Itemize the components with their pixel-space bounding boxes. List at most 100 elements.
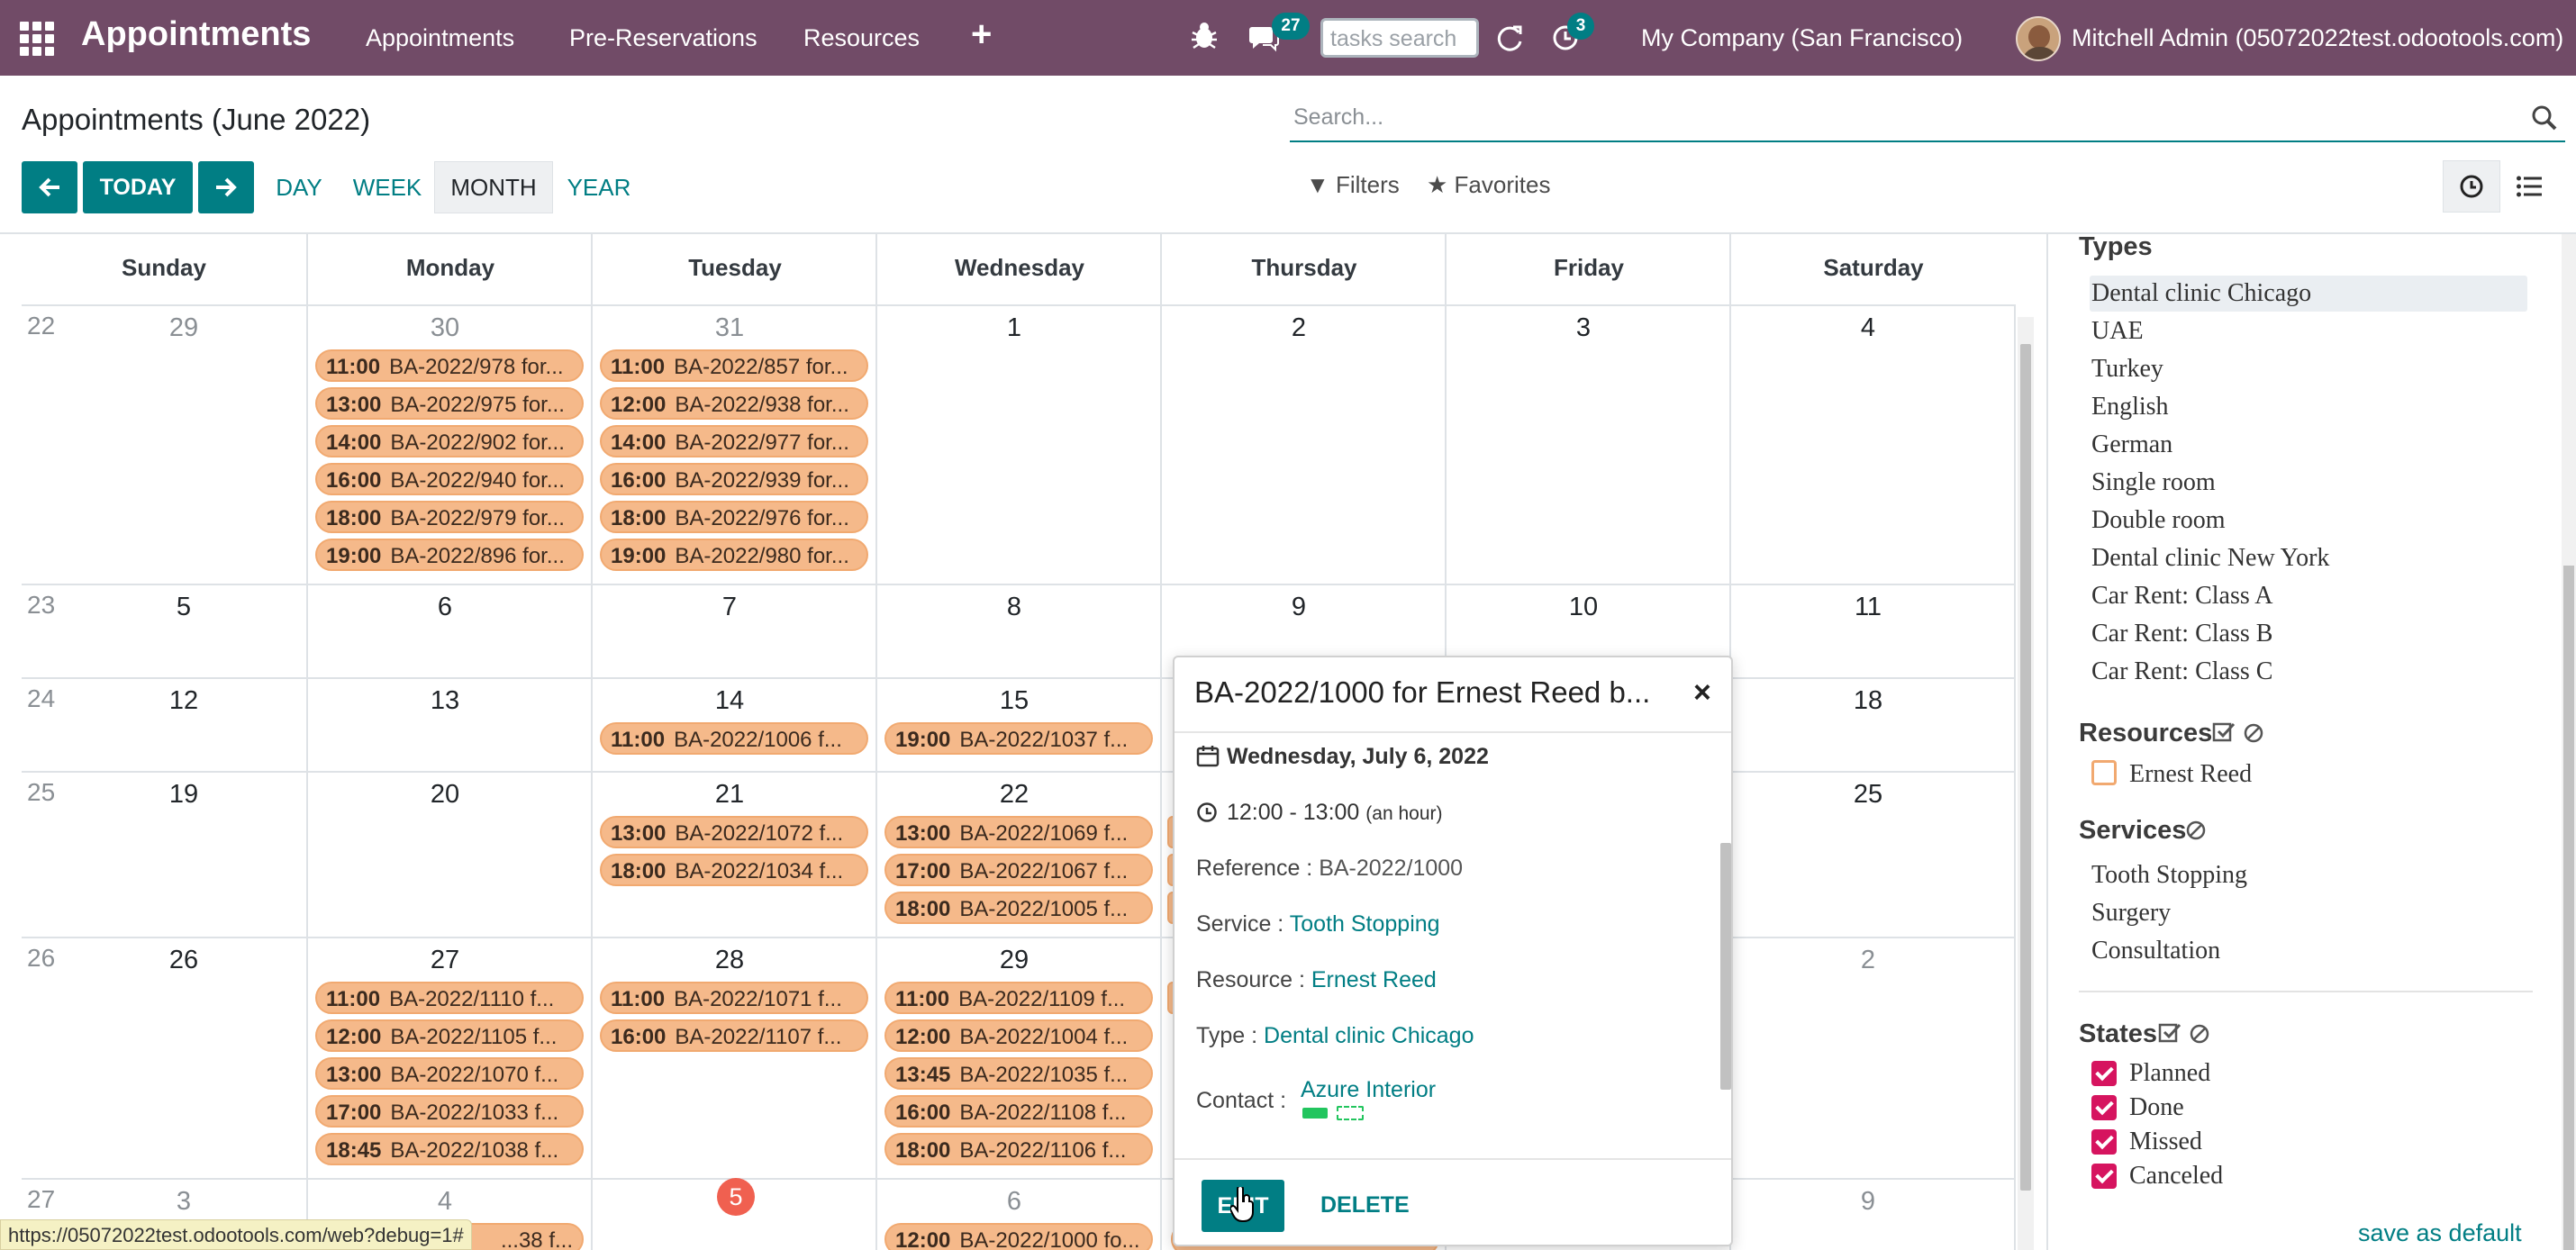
calendar-event[interactable]: 17:00 BA-2022/1033 f...	[315, 1095, 584, 1128]
search-icon[interactable]	[2531, 104, 2558, 131]
prev-button[interactable]	[22, 161, 77, 213]
menu-pre-reservations[interactable]: Pre-Reservations	[569, 24, 757, 52]
calendar-event[interactable]: 19:00 BA-2022/896 for...	[315, 539, 584, 571]
service-item[interactable]: Consultation	[2091, 937, 2220, 965]
day-number[interactable]: 8	[872, 593, 1156, 622]
day-number[interactable]: 14	[587, 686, 872, 716]
day-number[interactable]: 20	[303, 780, 587, 810]
list-view-button[interactable]	[2500, 160, 2558, 213]
calendar-event[interactable]: 13:00 BA-2022/1069 f...	[884, 816, 1153, 848]
favorites-button[interactable]: ★ Favorites	[1427, 171, 1550, 199]
state-checkbox[interactable]	[2091, 1164, 2117, 1189]
field-service-link[interactable]: Tooth Stopping	[1290, 911, 1440, 937]
day-number[interactable]: 22	[872, 780, 1156, 810]
day-number[interactable]: 30	[303, 313, 587, 343]
calendar-event[interactable]: 14:00 BA-2022/977 for...	[600, 425, 868, 457]
calendar-event[interactable]: 16:00 BA-2022/1107 f...	[600, 1019, 868, 1052]
calendar-event[interactable]: 18:45 BA-2022/1038 f...	[315, 1133, 584, 1165]
field-type-link[interactable]: Dental clinic Chicago	[1264, 1023, 1474, 1048]
day-number[interactable]: 29	[41, 313, 326, 343]
day-number[interactable]: 11	[1726, 593, 2010, 622]
save-as-default-link[interactable]: save as default	[2358, 1219, 2522, 1247]
scale-month[interactable]: MONTH	[434, 161, 553, 213]
resource-item[interactable]: Ernest Reed	[2129, 760, 2252, 789]
menu-resources[interactable]: Resources	[803, 24, 920, 52]
day-number[interactable]: 3	[41, 1187, 326, 1217]
calendar-event[interactable]: 18:00 BA-2022/1005 f...	[884, 892, 1153, 924]
type-item[interactable]: Dental clinic New York	[2091, 544, 2329, 573]
clear-all-icon[interactable]	[2185, 820, 2207, 841]
refresh-icon[interactable]	[1495, 23, 1524, 52]
day-number[interactable]: 26	[41, 946, 326, 975]
sidebar-scrollbar[interactable]	[2562, 234, 2576, 1250]
day-number[interactable]: 2	[1726, 946, 2010, 975]
calendar-event[interactable]: 11:00 BA-2022/1110 f...	[315, 982, 584, 1014]
calendar-event[interactable]: 13:00 BA-2022/975 for...	[315, 387, 584, 420]
calendar-event[interactable]: 12:00 BA-2022/938 for...	[600, 387, 868, 420]
day-number[interactable]: 9	[1156, 593, 1441, 622]
filters-button[interactable]: ▼ Filters	[1306, 171, 1400, 199]
calendar-event[interactable]: 16:00 BA-2022/1108 f...	[884, 1095, 1153, 1128]
state-checkbox[interactable]	[2091, 1129, 2117, 1155]
calendar-event[interactable]: 19:00 BA-2022/1037 f...	[884, 722, 1153, 755]
type-item[interactable]: Dental clinic Chicago	[2091, 279, 2311, 308]
clear-all-icon[interactable]	[2243, 722, 2264, 744]
day-number[interactable]: 6	[872, 1187, 1156, 1217]
field-contact-link[interactable]: Azure Interior	[1301, 1077, 1436, 1102]
app-title[interactable]: Appointments	[81, 15, 311, 54]
next-button[interactable]	[198, 161, 254, 213]
day-number[interactable]: 19	[41, 780, 326, 810]
service-item[interactable]: Surgery	[2091, 899, 2171, 928]
day-number[interactable]: 4	[303, 1187, 587, 1217]
check-all-icon[interactable]	[2212, 720, 2236, 744]
type-item[interactable]: Turkey	[2091, 355, 2163, 384]
user-menu[interactable]: Mitchell Admin (05072022test.odootools.c…	[2072, 24, 2563, 52]
day-number[interactable]: 12	[41, 686, 326, 716]
calendar-event[interactable]: 18:00 BA-2022/1106 f...	[884, 1133, 1153, 1165]
calendar-event[interactable]: 13:00 BA-2022/1070 f...	[315, 1057, 584, 1090]
day-number[interactable]: 6	[303, 593, 587, 622]
day-number[interactable]: 5	[41, 593, 326, 622]
state-item[interactable]: Missed	[2129, 1128, 2202, 1156]
scrollbar-thumb[interactable]	[2020, 344, 2031, 1191]
check-all-icon[interactable]	[2158, 1021, 2181, 1045]
type-item[interactable]: German	[2091, 430, 2172, 459]
menu-appointments[interactable]: Appointments	[366, 24, 514, 52]
calendar-event[interactable]: 13:45 BA-2022/1035 f...	[884, 1057, 1153, 1090]
close-icon[interactable]: ×	[1693, 675, 1711, 711]
day-number[interactable]: 4	[1726, 313, 2010, 343]
day-number[interactable]: 13	[303, 686, 587, 716]
calendar-event[interactable]: 18:00 BA-2022/979 for...	[315, 501, 584, 533]
scale-week[interactable]: WEEK	[344, 161, 431, 213]
type-item[interactable]: Single room	[2091, 468, 2216, 497]
day-number[interactable]: 28	[587, 946, 872, 975]
calendar-event[interactable]: 11:00 BA-2022/1006 f...	[600, 722, 868, 755]
day-number[interactable]: 21	[587, 780, 872, 810]
day-number[interactable]: 3	[1441, 313, 1726, 343]
day-number[interactable]: 31	[587, 313, 872, 343]
type-item[interactable]: Car Rent: Class C	[2091, 657, 2272, 686]
day-number[interactable]: 25	[1726, 780, 2010, 810]
state-item[interactable]: Canceled	[2129, 1162, 2223, 1191]
calendar-event[interactable]: 11:00 BA-2022/1071 f...	[600, 982, 868, 1014]
service-item[interactable]: Tooth Stopping	[2091, 861, 2247, 890]
calendar-event[interactable]: 12:00 BA-2022/1105 f...	[315, 1019, 584, 1052]
search-bar[interactable]: Search...	[1290, 94, 2565, 142]
apps-menu-icon[interactable]	[20, 22, 54, 56]
bug-icon[interactable]	[1191, 20, 1218, 52]
day-number[interactable]: 27	[303, 946, 587, 975]
user-avatar[interactable]	[2016, 16, 2061, 61]
calendar-event[interactable]: 14:00 BA-2022/902 for...	[315, 425, 584, 457]
tasks-search-input[interactable]: tasks search	[1320, 18, 1479, 58]
calendar-scrollbar[interactable]	[2018, 317, 2034, 1250]
add-menu-icon[interactable]: +	[971, 14, 992, 55]
delete-button[interactable]: DELETE	[1320, 1192, 1410, 1218]
type-item[interactable]: Car Rent: Class A	[2091, 582, 2272, 611]
company-switcher[interactable]: My Company (San Francisco)	[1641, 24, 1963, 52]
clear-all-icon[interactable]	[2189, 1023, 2210, 1045]
today-marker[interactable]: 5	[717, 1178, 755, 1216]
today-button[interactable]: TODAY	[83, 161, 193, 213]
calendar-view-button[interactable]	[2443, 160, 2500, 213]
calendar-event[interactable]: 16:00 BA-2022/939 for...	[600, 463, 868, 495]
type-item[interactable]: Double room	[2091, 506, 2226, 535]
